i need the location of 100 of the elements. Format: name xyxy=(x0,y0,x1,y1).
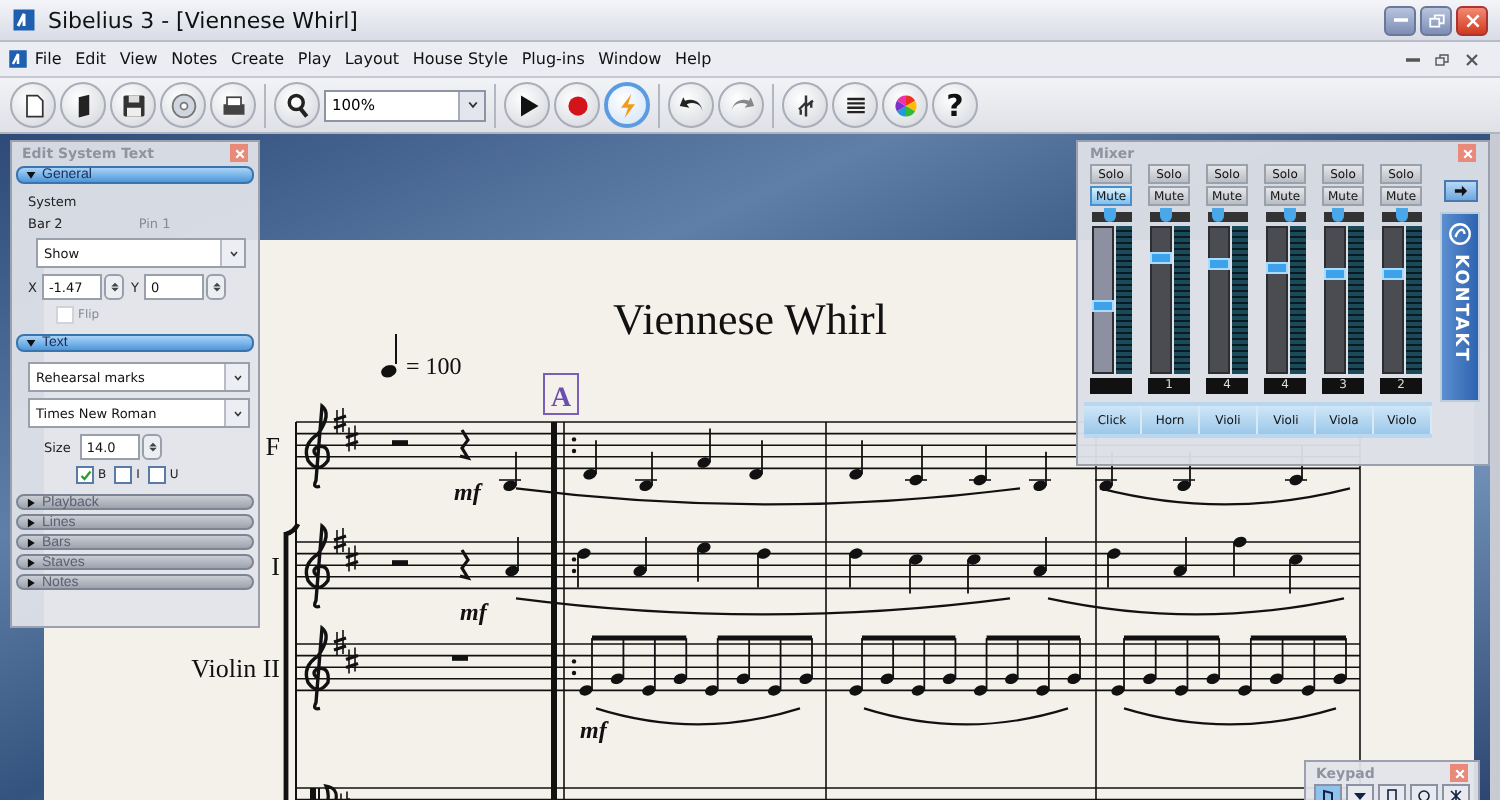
fader-thumb[interactable] xyxy=(1207,257,1229,270)
asterisk-icon xyxy=(1448,787,1464,800)
panel-close-button[interactable] xyxy=(230,144,248,162)
toolbar-button[interactable] xyxy=(668,82,714,128)
menu-item[interactable]: Create xyxy=(224,50,291,68)
toolbar-button[interactable] xyxy=(832,82,878,128)
up-down-arrows-icon xyxy=(109,278,120,296)
toolbar-button[interactable] xyxy=(110,82,156,128)
instrument-name: F xyxy=(265,431,280,462)
record-icon xyxy=(563,91,591,119)
fader-thumb[interactable] xyxy=(1149,251,1171,264)
checkbox[interactable] xyxy=(147,466,166,484)
toolbar-button[interactable] xyxy=(10,82,56,128)
pan-thumb[interactable] xyxy=(1284,208,1297,222)
keypad-tab[interactable] xyxy=(1410,784,1438,800)
disc-icon xyxy=(169,91,197,119)
fader-track[interactable] xyxy=(1207,226,1229,374)
menu-item[interactable]: Play xyxy=(290,50,338,68)
dynamic-marking: mf xyxy=(580,716,607,745)
menu-item[interactable]: Plug-ins xyxy=(514,50,592,68)
instrument-name: Violin II xyxy=(191,653,280,684)
toolbar-button[interactable] xyxy=(60,82,106,128)
keypad-tab[interactable] xyxy=(1346,784,1374,800)
toolbar-button[interactable] xyxy=(274,82,320,128)
fader-thumb[interactable] xyxy=(1265,261,1287,273)
score-title: Viennese Whirl xyxy=(613,294,887,344)
spin-button[interactable] xyxy=(104,274,125,300)
pan-thumb[interactable] xyxy=(1211,208,1224,222)
quarter-note-icon xyxy=(381,333,397,378)
keypad-tab[interactable] xyxy=(1314,784,1342,800)
checkbox[interactable] xyxy=(76,466,94,484)
triangle-down-icon xyxy=(26,338,36,348)
tempo-marking: = 100 xyxy=(406,352,462,380)
document-icon xyxy=(8,48,28,70)
close-icon xyxy=(1453,767,1465,779)
fader-thumb[interactable] xyxy=(1323,267,1345,280)
dynamic-marking: mf xyxy=(460,598,487,627)
up-down-arrows-icon xyxy=(211,278,222,296)
fader-thumb[interactable] xyxy=(1091,300,1113,313)
close-icon xyxy=(1464,51,1480,67)
pan-slider[interactable] xyxy=(1381,212,1421,222)
toolbar-button[interactable] xyxy=(504,82,550,128)
fader-track[interactable] xyxy=(1149,226,1171,374)
swirl-icon xyxy=(1448,222,1472,246)
toolbar-button[interactable] xyxy=(210,82,256,128)
panel-close-button[interactable] xyxy=(1458,144,1476,162)
caret-icon xyxy=(227,249,239,257)
fader-thumb[interactable] xyxy=(1381,267,1403,280)
fader-track[interactable] xyxy=(1265,226,1287,374)
triangle-down-icon xyxy=(1352,787,1368,800)
pan-slider[interactable] xyxy=(1091,212,1131,222)
pan-slider[interactable] xyxy=(1207,212,1247,222)
dropdown-button[interactable] xyxy=(458,91,484,119)
close-button[interactable] xyxy=(1456,5,1488,35)
menu-item[interactable]: Window xyxy=(591,50,669,68)
menu-item[interactable]: File xyxy=(28,50,69,68)
restore-icon xyxy=(1427,11,1445,29)
minimize-button[interactable] xyxy=(1384,5,1416,35)
restore-button[interactable] xyxy=(1420,5,1452,35)
menu-item[interactable]: House Style xyxy=(405,50,515,68)
pan-slider[interactable] xyxy=(1149,212,1189,222)
note-icon xyxy=(1320,787,1336,800)
checkbox[interactable] xyxy=(114,466,133,484)
menu-item[interactable]: Help xyxy=(668,50,719,68)
pan-thumb[interactable] xyxy=(1103,208,1116,222)
help-button[interactable]: ? xyxy=(932,82,978,128)
pan-thumb[interactable] xyxy=(1395,208,1407,222)
spin-button[interactable] xyxy=(206,274,227,300)
app-logo-icon xyxy=(12,8,36,32)
keypad-tab[interactable] xyxy=(1442,784,1470,800)
minimize-icon xyxy=(1405,57,1419,61)
minimize-icon xyxy=(1393,18,1407,22)
restore-icon xyxy=(1434,51,1450,67)
arrow-right-icon xyxy=(1451,184,1469,198)
fader-track[interactable] xyxy=(1381,226,1403,374)
pan-thumb[interactable] xyxy=(1160,208,1173,222)
menu-item[interactable]: Edit xyxy=(68,50,113,68)
toolbar-button[interactable] xyxy=(782,82,828,128)
pan-slider[interactable] xyxy=(1265,212,1305,222)
rehearsal-mark-frame xyxy=(543,373,579,415)
pan-thumb[interactable] xyxy=(1332,208,1345,222)
fader-track[interactable] xyxy=(1323,226,1345,374)
close-icon xyxy=(1461,147,1473,159)
spin-button[interactable] xyxy=(142,434,163,460)
channel-number xyxy=(1090,378,1132,394)
pan-slider[interactable] xyxy=(1323,212,1363,222)
menu-item[interactable]: Notes xyxy=(164,50,225,68)
magnifier-icon xyxy=(283,91,311,119)
keypad-tab[interactable] xyxy=(1378,784,1406,800)
triangle-down-icon xyxy=(26,170,36,180)
expand-button[interactable] xyxy=(1443,180,1477,202)
menu-item[interactable]: View xyxy=(112,50,165,68)
menu-item[interactable]: Layout xyxy=(337,50,406,68)
caret-icon xyxy=(231,409,243,417)
rehearsal-mark: A xyxy=(550,384,572,414)
up-down-arrows-icon xyxy=(147,438,158,456)
window-title: Sibelius 3 - [Viennese Whirl] xyxy=(48,7,360,33)
dynamic-marking: mf xyxy=(454,478,481,507)
fader-track[interactable] xyxy=(1091,226,1113,374)
close-icon xyxy=(233,147,245,159)
